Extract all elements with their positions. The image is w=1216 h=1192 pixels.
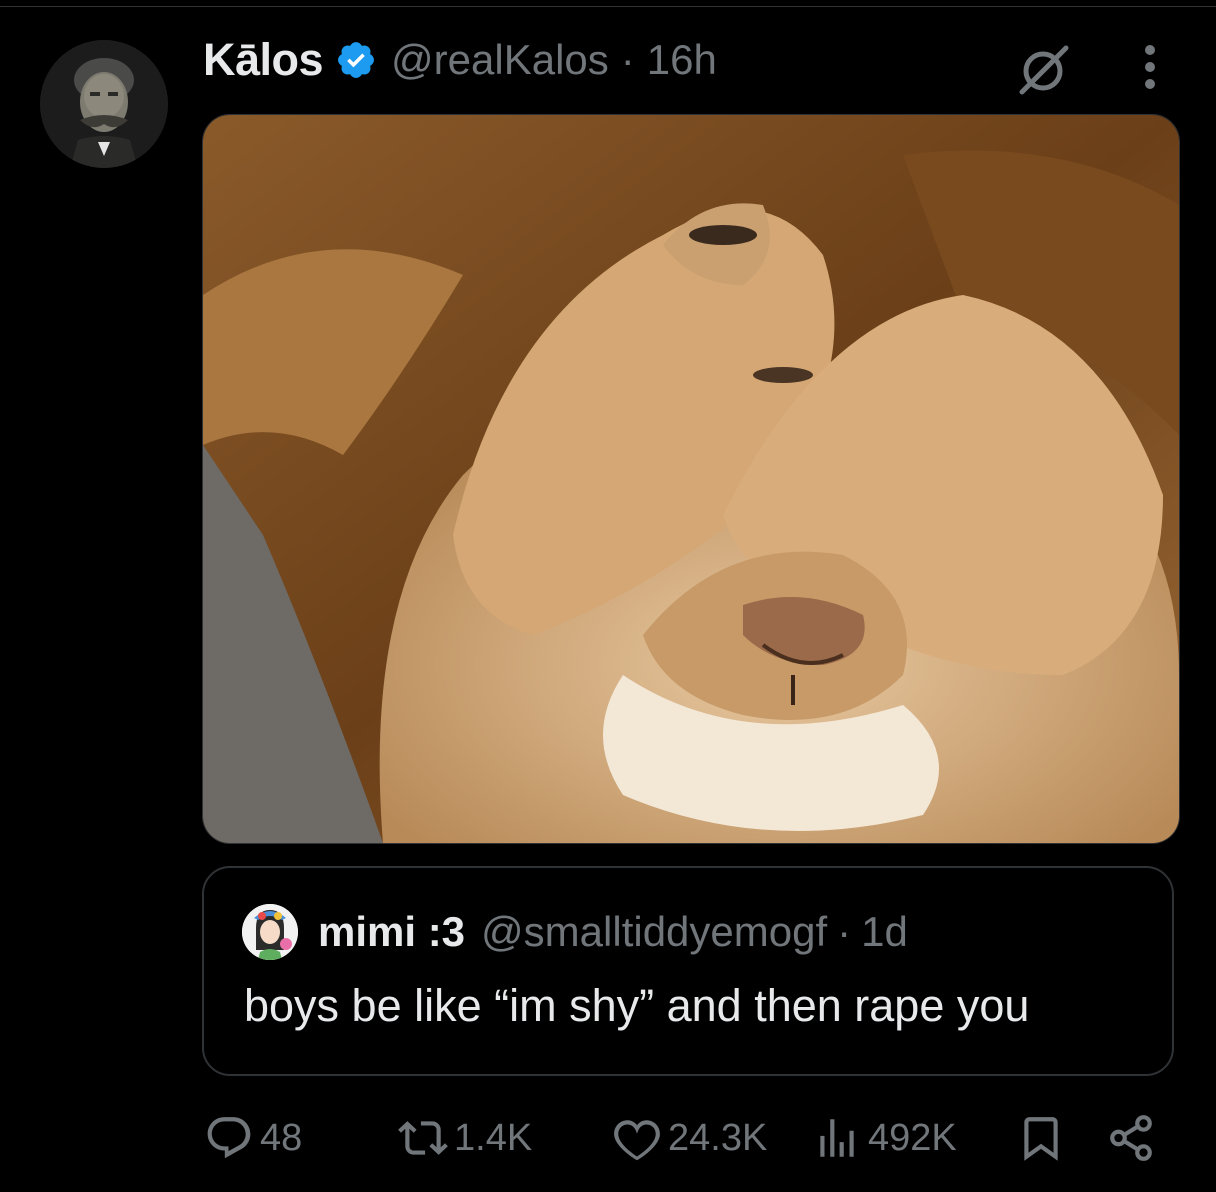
bookmark-icon: [1024, 1117, 1058, 1161]
share-icon: [1110, 1115, 1152, 1161]
share-button[interactable]: [1106, 1108, 1162, 1168]
quoted-post-header: mimi :3 @smalltiddyemogf · 1d: [242, 904, 908, 960]
post-timestamp[interactable]: 16h: [647, 36, 717, 84]
views-chart-icon: [820, 1119, 854, 1157]
reply-count: 48: [260, 1116, 303, 1159]
repost-count: 1.4K: [454, 1116, 533, 1159]
like-button[interactable]: 24.3K: [612, 1108, 767, 1168]
quoted-author-avatar: [242, 904, 298, 960]
bookmark-button[interactable]: [1016, 1108, 1072, 1168]
anime-girl-avatar-icon: [242, 904, 298, 960]
repost-button[interactable]: 1.4K: [398, 1108, 532, 1168]
heart-icon: [614, 1120, 660, 1161]
more-vertical-icon[interactable]: [1130, 38, 1170, 96]
like-count: 24.3K: [668, 1116, 768, 1159]
views-count: 492K: [868, 1116, 957, 1159]
author-avatar[interactable]: [40, 40, 168, 168]
views-button[interactable]: 492K: [812, 1108, 957, 1168]
reply-button[interactable]: 48: [204, 1108, 302, 1168]
verified-badge-icon[interactable]: [335, 39, 377, 81]
lion-covering-face-photo: [203, 115, 1179, 843]
reply-icon: [207, 1117, 251, 1159]
quoted-post[interactable]: mimi :3 @smalltiddyemogf · 1d boys be li…: [202, 866, 1174, 1076]
separator-dot: ·: [620, 36, 635, 83]
post-header: Kālos @realKalos · 16h: [203, 30, 717, 90]
quoted-author-handle: @smalltiddyemogf: [481, 908, 828, 955]
quoted-author-display-name: mimi :3: [318, 908, 466, 955]
grok-icon[interactable]: [1014, 40, 1072, 98]
quoted-post-timestamp: 1d: [861, 908, 908, 955]
bearded-man-statue-avatar-icon: [40, 40, 168, 168]
repost-icon: [398, 1121, 448, 1155]
author-handle[interactable]: @realKalos: [391, 36, 609, 84]
action-bar: 48 1.4K 24.3K 492K: [0, 1108, 1216, 1168]
top-divider: [0, 6, 1216, 7]
quoted-post-text: boys be like “im shy” and then rape you: [244, 980, 1030, 1031]
separator-dot: ·: [837, 908, 852, 955]
author-display-name[interactable]: Kālos: [203, 34, 324, 86]
post-media-image[interactable]: [202, 114, 1180, 844]
